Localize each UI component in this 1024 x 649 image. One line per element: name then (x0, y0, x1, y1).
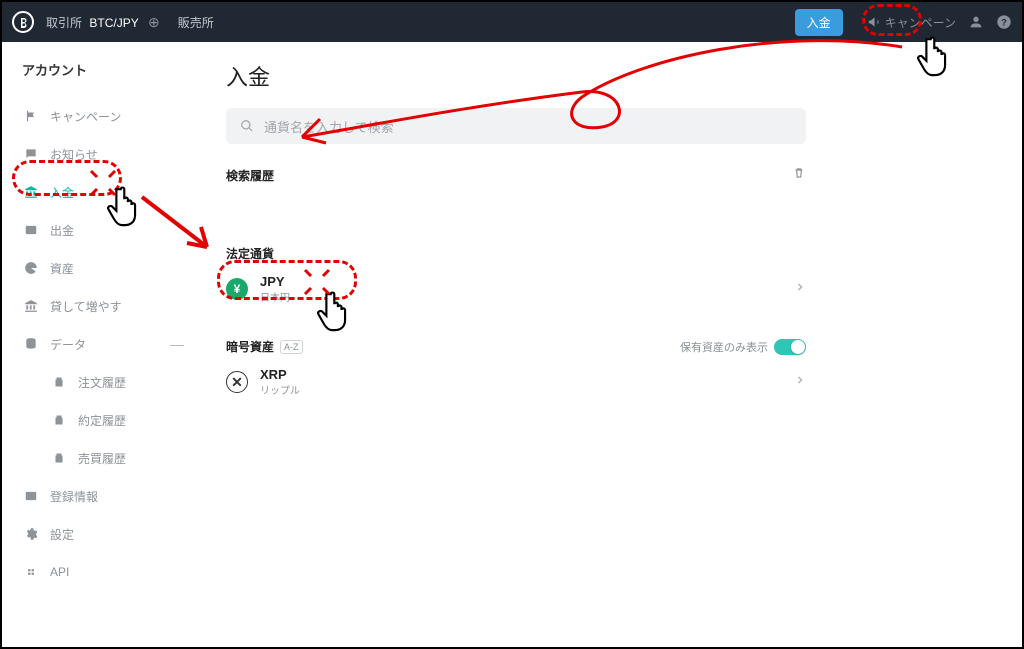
svg-text:?: ? (1001, 17, 1007, 27)
clipboard-icon (50, 411, 68, 429)
chevron-right-icon (794, 280, 806, 298)
sidebar-item-assets[interactable]: 資産 (22, 249, 202, 287)
database-icon (22, 335, 40, 353)
sidebar-item-withdraw[interactable]: 出金 (22, 211, 202, 249)
search-placeholder: 通貨名を入力して検索 (264, 117, 394, 136)
page-title: 入金 (226, 60, 998, 92)
flag-icon (22, 107, 40, 125)
chevron-right-icon (794, 373, 806, 391)
fiat-label: 法定通貨 (226, 245, 998, 262)
sidebar-label: 設定 (50, 526, 74, 543)
nav-pair: BTC/JPY (89, 16, 138, 30)
topbar: 取引所 BTC/JPY ⊕ 販売所 入金 キャンペーン ? (2, 2, 1022, 42)
sidebar-item-registration[interactable]: 登録情報 (22, 477, 202, 515)
sidebar-label: データ (50, 336, 86, 353)
sidebar-item-order-history[interactable]: 注文履歴 (22, 363, 202, 401)
gear-icon (22, 525, 40, 543)
chat-icon (22, 145, 40, 163)
clipboard-icon (50, 449, 68, 467)
sidebar-label: 出金 (50, 222, 74, 239)
sidebar: アカウント キャンペーン お知らせ 入金 出金 資産 貸して増やす データ (2, 42, 202, 647)
nav-exchange-label: 取引所 (46, 16, 82, 30)
currency-name: 日本円 (260, 289, 290, 304)
xrp-icon: ✕ (226, 371, 248, 393)
chevron-down-icon: — (170, 336, 184, 352)
jpy-icon: ¥ (226, 278, 248, 300)
sidebar-item-deposit[interactable]: 入金 (22, 173, 202, 211)
sidebar-label: 資産 (50, 260, 74, 277)
sidebar-item-settings[interactable]: 設定 (22, 515, 202, 553)
sidebar-label: 登録情報 (50, 488, 98, 505)
currency-code: JPY (260, 274, 290, 289)
search-input[interactable]: 通貨名を入力して検索 (226, 108, 806, 144)
content: 入金 通貨名を入力して検索 検索履歴 法定通貨 ¥ JPY 日本円 暗号資産 (202, 42, 1022, 647)
user-icon[interactable] (968, 14, 984, 30)
currency-code: XRP (260, 367, 300, 382)
withdraw-icon (22, 221, 40, 239)
sort-badge[interactable]: A-Z (280, 340, 303, 354)
api-icon (22, 563, 40, 581)
plus-icon[interactable]: ⊕ (148, 14, 160, 30)
sidebar-label: 注文履歴 (78, 374, 126, 391)
nav-campaign-label: キャンペーン (885, 14, 956, 31)
currency-row-jpy[interactable]: ¥ JPY 日本円 (226, 262, 806, 316)
sidebar-label: キャンペーン (50, 108, 121, 125)
sidebar-item-data[interactable]: データ — (22, 325, 202, 363)
sidebar-item-api[interactable]: API (22, 553, 202, 591)
sidebar-label: 入金 (50, 184, 74, 201)
help-icon[interactable]: ? (996, 14, 1012, 30)
sidebar-label: API (50, 565, 69, 579)
sidebar-item-notice[interactable]: お知らせ (22, 135, 202, 173)
owned-only-toggle[interactable] (774, 339, 806, 355)
bank2-icon (22, 297, 40, 315)
sidebar-label: 約定履歴 (78, 412, 126, 429)
deposit-button[interactable]: 入金 (795, 9, 843, 36)
clipboard-icon (50, 373, 68, 391)
sidebar-item-lending[interactable]: 貸して増やす (22, 287, 202, 325)
sidebar-item-campaign[interactable]: キャンペーン (22, 97, 202, 135)
sidebar-label: 売買履歴 (78, 450, 126, 467)
owned-only-label: 保有資産のみ表示 (680, 339, 768, 355)
pie-icon (22, 259, 40, 277)
currency-row-xrp[interactable]: ✕ XRP リップル (226, 355, 806, 409)
nav-exchange[interactable]: 取引所 BTC/JPY ⊕ (46, 14, 160, 31)
sidebar-item-trade-history[interactable]: 約定履歴 (22, 401, 202, 439)
currency-name: リップル (260, 382, 300, 397)
search-icon (240, 119, 254, 133)
nav-sales[interactable]: 販売所 (178, 14, 214, 31)
sidebar-title: アカウント (22, 60, 202, 79)
id-icon (22, 487, 40, 505)
search-history-label: 検索履歴 (226, 167, 274, 184)
logo-icon[interactable] (12, 11, 34, 33)
sidebar-item-txn-history[interactable]: 売買履歴 (22, 439, 202, 477)
trash-icon[interactable] (792, 166, 806, 185)
crypto-label: 暗号資産 (226, 338, 274, 355)
sidebar-label: 貸して増やす (50, 298, 122, 315)
sidebar-label: お知らせ (50, 146, 98, 163)
bank-icon (22, 183, 40, 201)
nav-campaign[interactable]: キャンペーン (867, 14, 956, 31)
